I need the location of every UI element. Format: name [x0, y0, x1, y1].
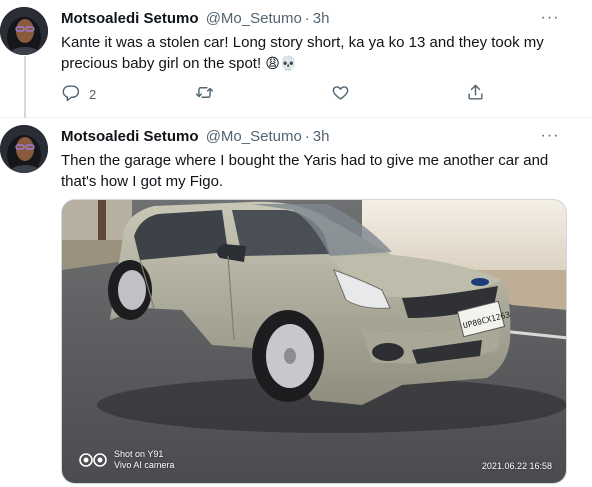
tweet-text: Kante it was a stolen car! Long story sh… — [61, 32, 571, 75]
avatar[interactable] — [0, 7, 48, 55]
tweet-text-content: Kante it was a stolen car! Long story sh… — [61, 34, 544, 72]
more-icon[interactable]: ··· — [538, 8, 562, 28]
reply-button[interactable]: 2 — [61, 82, 96, 106]
tweet-header: Motsoaledi Setumo @Mo_Setumo · 3h — [61, 10, 329, 28]
thread-connector-line — [24, 56, 26, 118]
timestamp[interactable]: 3h — [313, 128, 330, 145]
watermark-line1: Shot on Y91 — [114, 449, 164, 459]
camera-watermark: Shot on Y91 Vivo AI camera — [78, 449, 174, 471]
action-bar: 2 — [61, 82, 531, 106]
user-handle[interactable]: @Mo_Setumo — [206, 10, 302, 27]
display-name[interactable]: Motsoaledi Setumo — [61, 128, 199, 145]
share-button[interactable] — [466, 82, 485, 106]
photo-datestamp: 2021.06.22 16:58 — [481, 461, 552, 471]
reply-count: 2 — [89, 86, 97, 102]
reply-icon — [61, 83, 80, 105]
separator: · — [304, 128, 310, 145]
display-name[interactable]: Motsoaledi Setumo — [61, 10, 199, 27]
tweet-header: Motsoaledi Setumo @Mo_Setumo · 3h — [61, 128, 329, 146]
timestamp[interactable]: 3h — [313, 10, 330, 27]
camera-lens-icon — [79, 453, 107, 467]
tweet[interactable]: Motsoaledi Setumo @Mo_Setumo · 3h ··· Then… — [0, 118, 592, 487]
tweet-photo[interactable]: UP80CX1263 Shot on Y91 Vivo AI camera 20… — [61, 199, 567, 484]
separator: · — [304, 10, 310, 27]
retweet-icon — [195, 83, 214, 105]
share-icon — [466, 83, 485, 105]
tweet-text: Then the garage where I bought the Yaris… — [61, 152, 549, 190]
more-icon[interactable]: ··· — [538, 126, 562, 146]
heart-icon — [331, 83, 350, 105]
retweet-button[interactable] — [195, 82, 214, 106]
like-button[interactable] — [331, 82, 350, 106]
avatar[interactable] — [0, 125, 48, 173]
user-handle[interactable]: @Mo_Setumo — [206, 128, 302, 145]
car-photo: UP80CX1263 — [62, 200, 566, 483]
tweet[interactable]: Motsoaledi Setumo @Mo_Setumo · 3h ··· Kant… — [0, 0, 592, 118]
emoji: 😩💀 — [265, 56, 298, 72]
watermark-line2: Vivo AI camera — [114, 460, 175, 470]
